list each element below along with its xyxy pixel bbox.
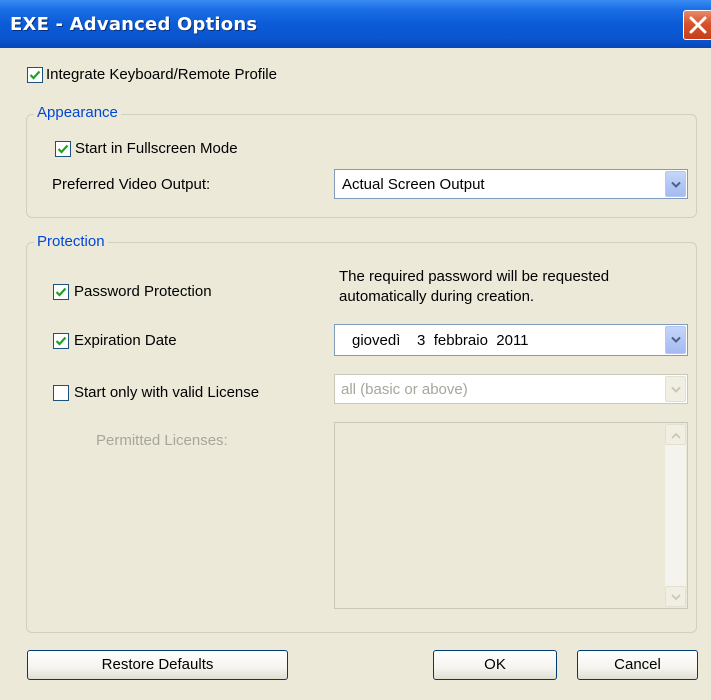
- license-level-value: all (basic or above): [341, 381, 468, 398]
- title-bar[interactable]: EXE - Advanced Options: [0, 0, 711, 48]
- close-button[interactable]: [683, 10, 711, 40]
- ok-button[interactable]: OK: [433, 650, 557, 680]
- appearance-group: [26, 114, 697, 218]
- expiration-date-dropdown-button[interactable]: [665, 326, 686, 354]
- window-title: EXE - Advanced Options: [10, 14, 258, 35]
- video-output-value: Actual Screen Output: [342, 176, 485, 193]
- protection-group-label: Protection: [34, 233, 108, 250]
- video-output-select[interactable]: Actual Screen Output: [334, 169, 688, 199]
- expiration-date-value: giovedì 3 febbraio 2011: [352, 332, 529, 349]
- cancel-button[interactable]: Cancel: [577, 650, 698, 680]
- permitted-licenses-scrollbar[interactable]: [665, 424, 686, 607]
- restore-defaults-button[interactable]: Restore Defaults: [27, 650, 288, 680]
- scroll-up-button[interactable]: [665, 424, 686, 445]
- chevron-down-icon: [671, 181, 681, 188]
- integrate-profile-label: Integrate Keyboard/Remote Profile: [46, 66, 277, 83]
- appearance-group-label: Appearance: [34, 104, 121, 121]
- expiration-date-checkbox[interactable]: [53, 333, 69, 349]
- checkmark-icon: [55, 287, 67, 297]
- password-protection-checkbox[interactable]: [53, 284, 69, 300]
- password-note-line2: automatically during creation.: [339, 288, 535, 305]
- password-note-line1: The required password will be requested: [339, 268, 610, 285]
- license-level-select[interactable]: all (basic or above): [334, 374, 688, 404]
- license-level-dropdown-button[interactable]: [665, 376, 686, 402]
- fullscreen-label: Start in Fullscreen Mode: [75, 140, 238, 157]
- expiration-date-label: Expiration Date: [74, 332, 177, 349]
- password-protection-label: Password Protection: [74, 283, 212, 300]
- chevron-up-icon: [671, 432, 681, 439]
- chevron-down-icon: [671, 336, 681, 343]
- checkmark-icon: [29, 70, 41, 80]
- video-output-dropdown-button[interactable]: [665, 171, 686, 197]
- valid-license-checkbox[interactable]: [53, 385, 69, 401]
- video-output-label: Preferred Video Output:: [52, 176, 211, 193]
- checkmark-icon: [55, 336, 67, 346]
- chevron-down-icon: [671, 386, 681, 393]
- close-icon: [689, 16, 707, 34]
- fullscreen-checkbox[interactable]: [55, 141, 71, 157]
- expiration-date-picker[interactable]: giovedì 3 febbraio 2011: [334, 324, 688, 356]
- permitted-licenses-label: Permitted Licenses:: [96, 432, 228, 449]
- checkmark-icon: [57, 144, 69, 154]
- scroll-down-button[interactable]: [665, 586, 686, 607]
- chevron-down-icon: [671, 594, 681, 601]
- integrate-profile-checkbox[interactable]: [27, 67, 43, 83]
- permitted-licenses-list[interactable]: [334, 422, 688, 609]
- valid-license-label: Start only with valid License: [74, 384, 260, 401]
